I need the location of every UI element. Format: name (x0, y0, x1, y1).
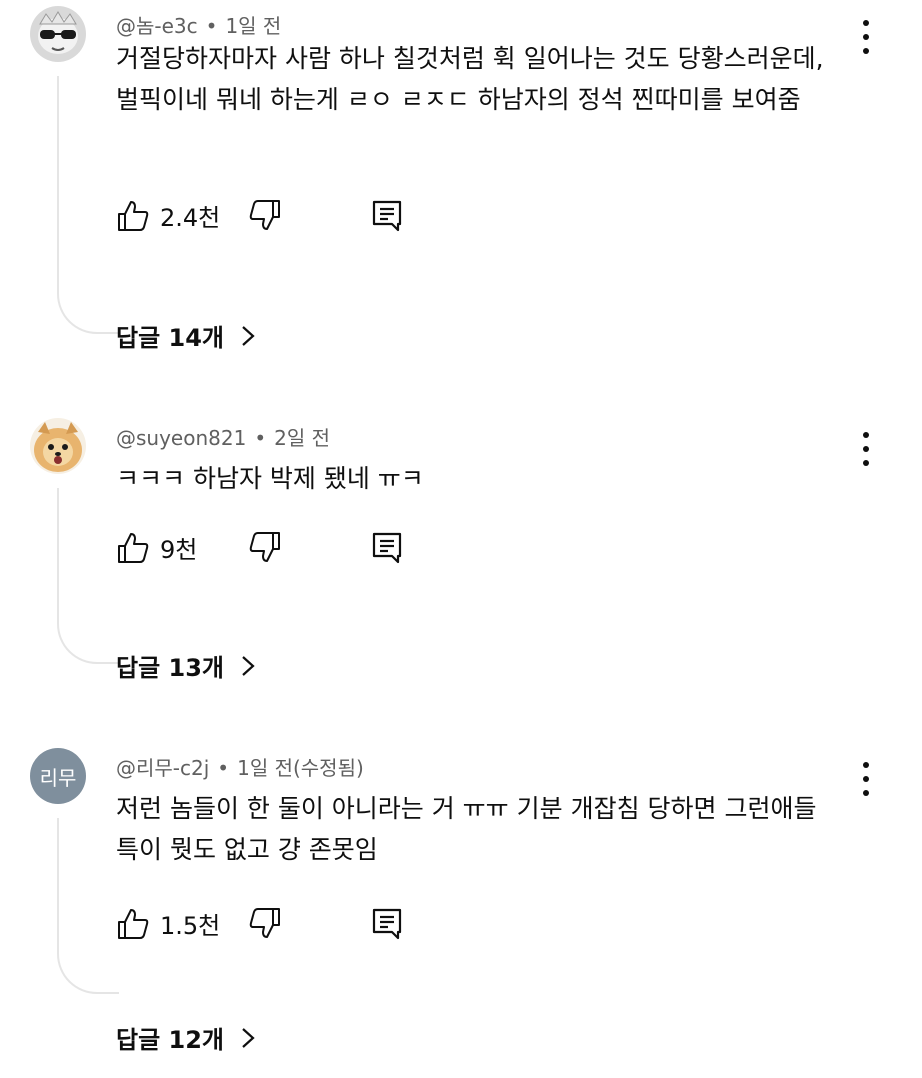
reply-thread-line (57, 818, 119, 994)
comment-meta: @리무-c2j • 1일 전(수정됨) (116, 752, 364, 781)
chevron-right-icon (242, 1027, 255, 1048)
dislike-button[interactable] (248, 530, 282, 568)
more-options-icon[interactable] (856, 20, 876, 54)
reply-comment-icon (372, 532, 402, 564)
comment-time: 2일 전 (274, 426, 331, 450)
comment-meta: @suyeon821 • 2일 전 (116, 422, 330, 451)
pomeranian-dog-avatar-icon (30, 418, 86, 474)
reply-comment-icon (372, 908, 402, 940)
thumbs-down-icon (249, 532, 280, 562)
avatar[interactable] (30, 418, 86, 474)
thumbs-down-icon (249, 908, 280, 938)
more-options-icon[interactable] (856, 432, 876, 466)
dislike-button[interactable] (248, 906, 282, 944)
like-count: 1.5천 (160, 912, 221, 940)
chevron-right-icon (242, 655, 255, 676)
replies-count-label: 답글 13개 (116, 654, 224, 682)
replies-count-label: 답글 14개 (116, 324, 224, 352)
thumbs-up-icon (118, 200, 149, 231)
like-count: 2.4천 (160, 204, 221, 232)
chevron-right-icon (242, 325, 255, 346)
more-options-icon[interactable] (856, 762, 876, 796)
thumbs-up-icon (118, 532, 149, 563)
comment-text: 저런 놈들이 한 둘이 아니라는 거 ㅠㅠ 기분 개잡침 당하면 그런애들 특이… (116, 794, 817, 864)
sunglasses-character-avatar-icon (30, 6, 86, 62)
author-handle[interactable]: @놈-e3c (116, 14, 198, 38)
reply-thread-line (57, 488, 119, 664)
like-count: 9천 (160, 536, 198, 564)
comment-actions: 1.5천 (116, 906, 436, 946)
reply-button[interactable] (370, 530, 404, 568)
replies-count-label: 답글 12개 (116, 1026, 224, 1054)
like-button[interactable]: 1.5천 (116, 906, 220, 941)
thumbs-down-icon (249, 200, 280, 230)
view-replies-button[interactable]: 답글 14개 (116, 318, 256, 353)
author-handle[interactable]: @suyeon821 (116, 426, 246, 450)
avatar-initials: 리무 (39, 765, 77, 790)
comment-actions: 9천 (116, 530, 436, 570)
comment-text: ㅋㅋㅋ 하남자 박제 됐네 ㅠㅋ (116, 464, 424, 493)
avatar[interactable] (30, 6, 86, 62)
thumbs-up-icon (118, 908, 149, 939)
comment-time: 1일 전 (225, 14, 282, 38)
reply-button[interactable] (370, 906, 404, 944)
view-replies-button[interactable]: 답글 12개 (116, 1020, 256, 1055)
reply-button[interactable] (370, 198, 404, 236)
separator-dot: • (205, 14, 218, 38)
author-handle[interactable]: @리무-c2j (116, 756, 209, 780)
comment-meta: @놈-e3c • 1일 전 (116, 10, 281, 39)
avatar[interactable]: 리무 (30, 748, 86, 804)
separator-dot: • (254, 426, 267, 450)
separator-dot: • (217, 756, 230, 780)
comment-text: 거절당하자마자 사람 하나 칠것처럼 휙 일어나는 것도 당황스러운데, 벌픽이… (116, 44, 824, 114)
reply-comment-icon (372, 200, 402, 232)
reply-thread-line (57, 76, 119, 334)
comment-time: 1일 전(수정됨) (237, 756, 364, 780)
view-replies-button[interactable]: 답글 13개 (116, 648, 256, 683)
comment-actions: 2.4천 (116, 198, 436, 238)
like-button[interactable]: 2.4천 (116, 198, 220, 233)
like-button[interactable]: 9천 (116, 530, 197, 565)
dislike-button[interactable] (248, 198, 282, 236)
